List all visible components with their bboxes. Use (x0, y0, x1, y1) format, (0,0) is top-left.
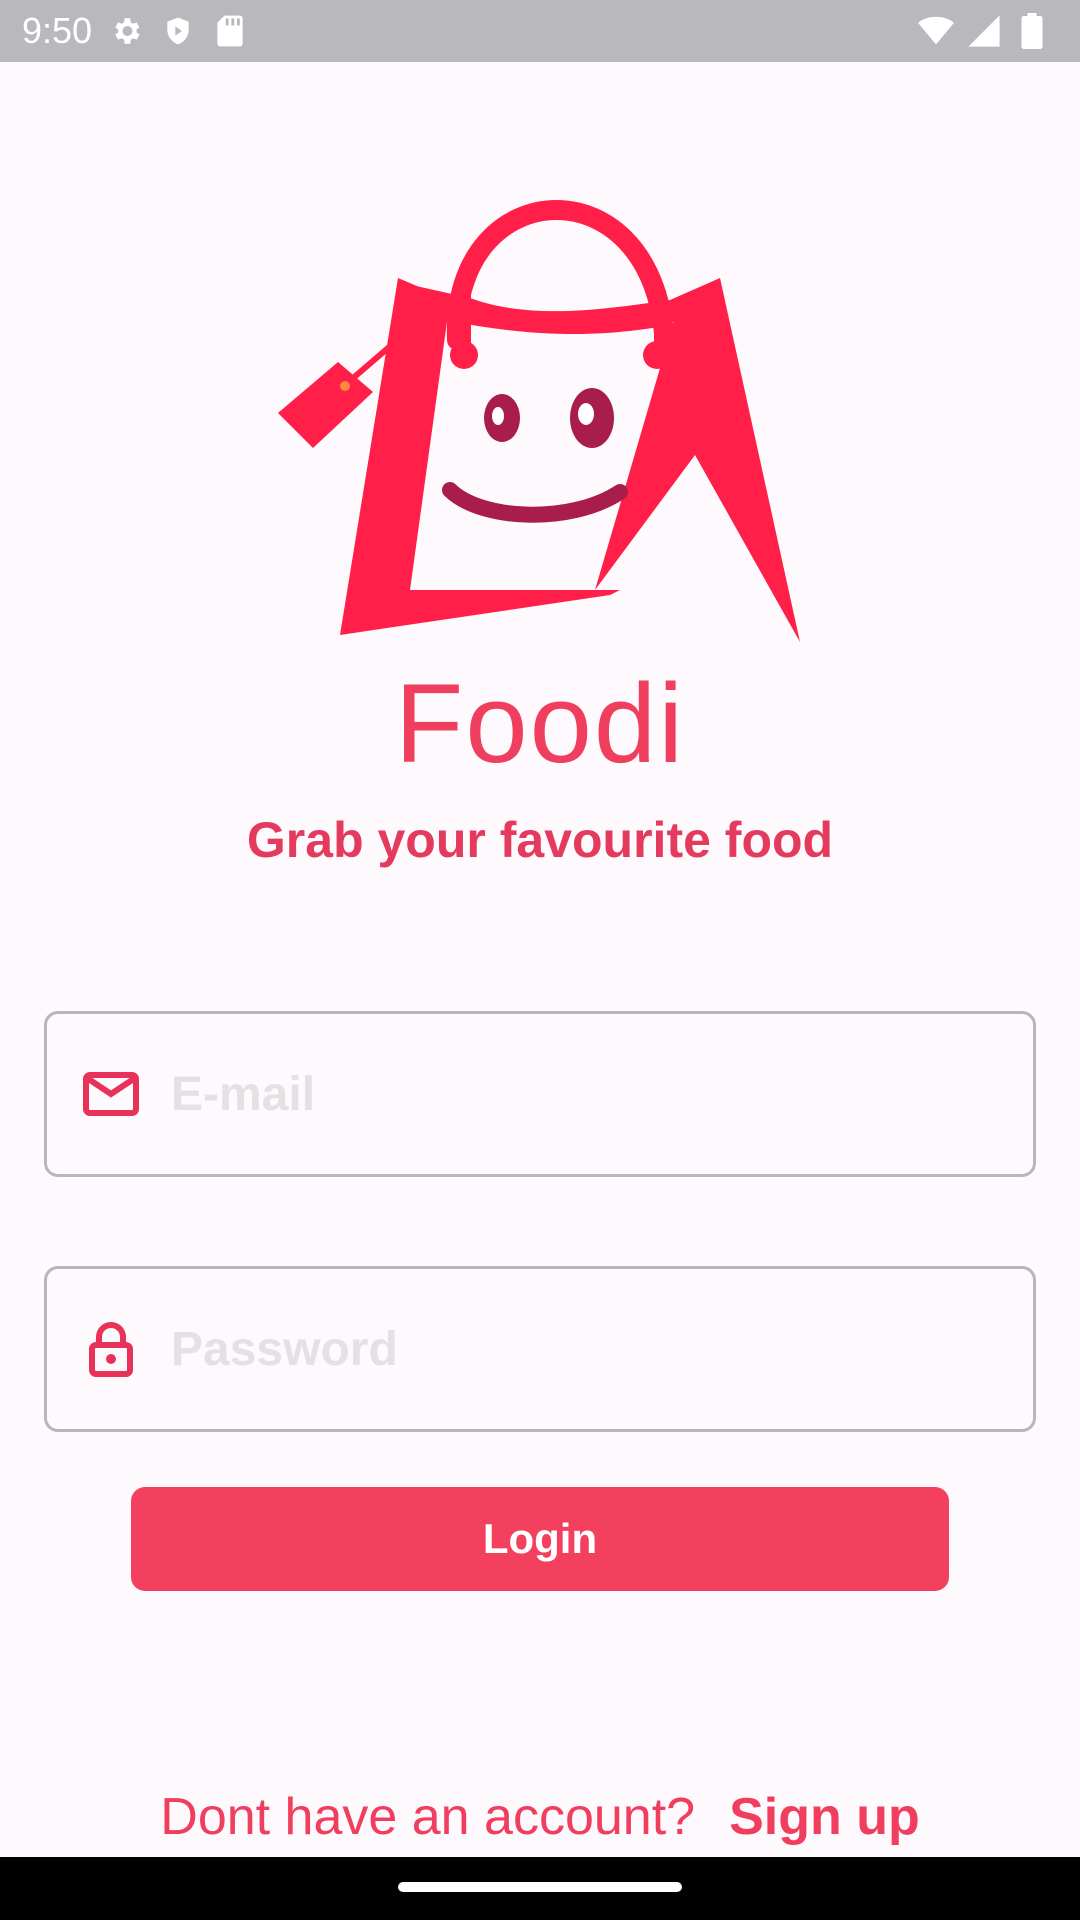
signup-prompt: Dont have an account? (160, 1788, 696, 1846)
email-input[interactable] (171, 1014, 1033, 1174)
sd-card-icon (212, 13, 248, 49)
gear-icon (108, 13, 144, 49)
wifi-icon (918, 13, 954, 49)
status-left: 9:50 (22, 10, 248, 52)
app-subtitle: Grab your favourite food (246, 812, 834, 868)
signal-icon (966, 13, 1002, 49)
shield-icon (160, 13, 196, 49)
lock-icon (81, 1319, 141, 1379)
mail-icon (81, 1064, 141, 1124)
status-right (918, 13, 1058, 49)
login-button[interactable]: Login (131, 1487, 949, 1591)
navigation-bar (0, 1857, 1080, 1920)
password-field[interactable] (44, 1266, 1036, 1432)
status-time: 9:50 (22, 10, 93, 51)
email-field[interactable] (44, 1011, 1036, 1177)
app-title: Foodi (394, 661, 686, 786)
shopping-bag-smiley-logo (270, 150, 810, 650)
password-input[interactable] (171, 1269, 1033, 1429)
status-bar: 9:50 (0, 0, 1080, 62)
home-indicator[interactable] (398, 1882, 682, 1892)
battery-icon (1014, 13, 1050, 49)
signup-row: Dont have an account? Sign up (0, 1782, 1080, 1852)
signup-link[interactable]: Sign up (729, 1787, 920, 1847)
